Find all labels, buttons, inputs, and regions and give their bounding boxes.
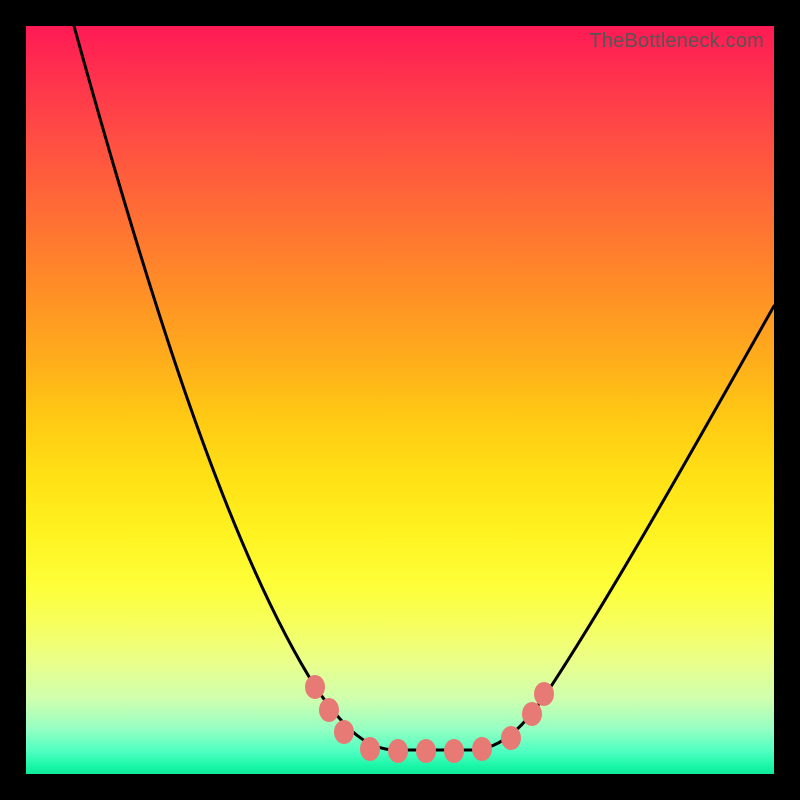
curve-marker <box>319 698 339 722</box>
plot-area: TheBottleneck.com <box>26 26 774 774</box>
curve-marker <box>334 720 354 744</box>
curve-marker <box>360 737 380 761</box>
curve-marker <box>472 737 492 761</box>
curve-marker <box>388 739 408 763</box>
chart-frame: TheBottleneck.com <box>0 0 800 800</box>
curve-marker <box>305 675 325 699</box>
bottleneck-curve <box>74 26 774 750</box>
curve-marker <box>416 739 436 763</box>
curve-marker <box>534 682 554 706</box>
curve-layer <box>26 26 774 774</box>
curve-marker <box>522 702 542 726</box>
curve-marker <box>501 726 521 750</box>
curve-markers <box>305 675 554 763</box>
curve-marker <box>444 739 464 763</box>
